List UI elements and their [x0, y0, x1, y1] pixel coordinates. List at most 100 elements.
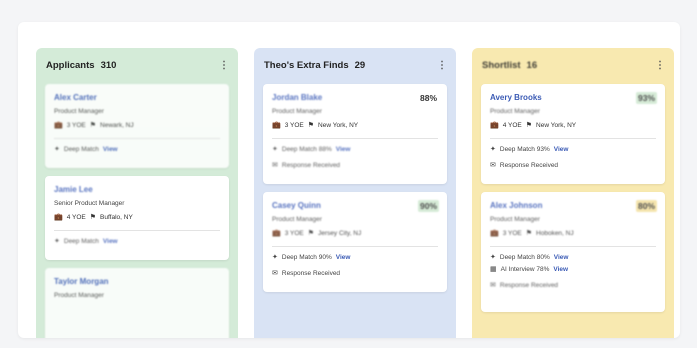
kebab-icon[interactable]: ⋮ — [219, 60, 229, 71]
deep-match-row: ✦ Deep Match 80% View — [490, 247, 656, 263]
briefcase-icon: 💼 — [490, 230, 499, 237]
candidate-name[interactable]: Alex Carter — [54, 93, 220, 102]
sparkle-icon: ✦ — [54, 146, 60, 153]
deep-match-view-link[interactable]: View — [336, 254, 351, 261]
match-score-badge: 88% — [419, 93, 437, 103]
mail-icon: ✉ — [272, 270, 278, 277]
column-applicants: Applicants 310 ⋮ Alex Carter Product Man… — [36, 48, 238, 338]
candidate-location: Jersey City, NJ — [318, 229, 362, 237]
location-pin-icon: ⚑ — [525, 230, 533, 237]
response-row: ✉ Response Received — [272, 155, 438, 175]
candidate-title: Product Manager — [490, 108, 540, 115]
deep-match-row: ✦ Deep Match View — [54, 139, 220, 159]
deep-match-view-link[interactable]: View — [103, 238, 118, 245]
deep-match-label: Deep Match 93% — [499, 145, 550, 153]
deep-match-label: Deep Match 88% — [281, 145, 332, 153]
briefcase-icon: 💼 — [490, 122, 499, 129]
interview-view-link[interactable]: View — [553, 266, 568, 273]
kebab-icon[interactable]: ⋮ — [437, 60, 447, 71]
column-count: 29 — [354, 59, 366, 71]
location-pin-icon: ⚑ — [307, 230, 315, 237]
candidate-location: New York, NY — [536, 121, 577, 129]
candidate-title: Product Manager — [272, 108, 322, 115]
candidate-card[interactable]: Alex Carter Product Manager 💼 3 YOE ⚑ Ne… — [45, 84, 229, 168]
candidate-location: Newark, NJ — [100, 121, 134, 129]
briefcase-icon: 💼 — [54, 122, 63, 129]
pipeline-board: Applicants 310 ⋮ Alex Carter Product Man… — [18, 22, 680, 338]
column-count: 16 — [526, 59, 538, 71]
response-status: Response Received — [499, 161, 559, 169]
kebab-icon[interactable]: ⋮ — [655, 60, 665, 71]
deep-match-label: Deep Match — [63, 145, 99, 153]
candidate-name[interactable]: Jordan Blake — [272, 93, 438, 102]
candidate-title: Product Manager — [54, 108, 104, 115]
briefcase-icon: 💼 — [272, 230, 281, 237]
column-shortlist: Shortlist 16 ⋮ Avery Brooks 93% Product … — [472, 48, 674, 338]
sparkle-icon: ✦ — [54, 238, 60, 245]
column-title: Applicants — [46, 59, 95, 71]
deep-match-view-link[interactable]: View — [554, 254, 569, 261]
briefcase-icon: 💼 — [54, 214, 63, 221]
candidate-card[interactable]: Avery Brooks 93% Product Manager 💼 4 YOE… — [481, 84, 665, 184]
candidate-name[interactable]: Casey Quinn — [272, 201, 438, 210]
response-row: ✉ Response Received — [490, 155, 656, 175]
deep-match-label: Deep Match 80% — [499, 253, 550, 261]
deep-match-row: ✦ Deep Match View — [54, 231, 220, 251]
candidate-title: Senior Product Manager — [54, 200, 125, 207]
interview-row: ▦ AI Interview 78% View — [490, 263, 656, 275]
column-title: Theo's Extra Finds — [264, 59, 349, 71]
deep-match-view-link[interactable]: View — [103, 146, 118, 153]
deep-match-row: ✦ Deep Match 90% View — [272, 247, 438, 263]
response-status: Response Received — [281, 161, 341, 169]
match-score-badge: 93% — [635, 92, 657, 104]
candidate-title: Product Manager — [54, 292, 104, 299]
sparkle-icon: ✦ — [272, 146, 278, 153]
mail-icon: ✉ — [490, 282, 496, 289]
deep-match-label: Deep Match 90% — [281, 253, 332, 261]
deep-match-view-link[interactable]: View — [336, 146, 351, 153]
column-header: Theo's Extra Finds 29 ⋮ — [254, 48, 456, 82]
candidate-meta: 💼 3 YOE ⚑ Newark, NJ — [54, 121, 220, 130]
candidate-yoe: 4 YOE — [502, 121, 522, 129]
location-pin-icon: ⚑ — [89, 214, 97, 221]
candidate-card[interactable]: Jordan Blake 88% Product Manager 💼 3 YOE… — [263, 84, 447, 184]
candidate-location: Buffalo, NY — [100, 213, 133, 221]
candidate-yoe: 3 YOE — [284, 229, 304, 237]
candidate-meta: 💼 4 YOE ⚑ Buffalo, NY — [54, 213, 220, 222]
sparkle-icon: ✦ — [490, 254, 496, 261]
candidate-name[interactable]: Taylor Morgan — [54, 277, 220, 286]
sparkle-icon: ✦ — [272, 254, 278, 261]
column-title: Shortlist — [482, 59, 521, 71]
deep-match-view-link[interactable]: View — [554, 146, 569, 153]
interview-label: AI Interview 78% — [500, 265, 550, 273]
column-header: Shortlist 16 ⋮ — [472, 48, 674, 82]
candidate-name[interactable]: Alex Johnson — [490, 201, 656, 210]
candidate-name[interactable]: Avery Brooks — [490, 93, 656, 102]
candidate-title: Product Manager — [272, 216, 322, 223]
candidate-meta: 💼 3 YOE ⚑ Jersey City, NJ — [272, 229, 438, 238]
sparkle-icon: ✦ — [490, 146, 496, 153]
briefcase-icon: 💼 — [272, 122, 281, 129]
candidate-yoe: 3 YOE — [284, 121, 304, 129]
candidate-name[interactable]: Jamie Lee — [54, 185, 220, 194]
location-pin-icon: ⚑ — [89, 122, 97, 129]
match-score-badge: 90% — [417, 200, 439, 212]
candidate-card[interactable]: Jamie Lee Senior Product Manager 💼 4 YOE… — [45, 176, 229, 260]
candidate-meta: 💼 3 YOE ⚑ Hoboken, NJ — [490, 229, 656, 238]
candidate-card[interactable]: Alex Johnson 80% Product Manager 💼 3 YOE… — [481, 192, 665, 312]
column-header: Applicants 310 ⋮ — [36, 48, 238, 82]
candidate-yoe: 3 YOE — [66, 121, 86, 129]
candidate-location: New York, NY — [318, 121, 359, 129]
candidate-yoe: 4 YOE — [66, 213, 86, 221]
candidate-title: Product Manager — [490, 216, 540, 223]
candidate-card[interactable]: Casey Quinn 90% Product Manager 💼 3 YOE … — [263, 192, 447, 292]
deep-match-label: Deep Match — [63, 237, 99, 245]
response-row: ✉ Response Received — [272, 263, 438, 283]
location-pin-icon: ⚑ — [525, 122, 533, 129]
candidate-card[interactable]: Taylor Morgan Product Manager — [45, 268, 229, 338]
candidate-meta: 💼 4 YOE ⚑ New York, NY — [490, 121, 656, 130]
candidate-yoe: 3 YOE — [502, 229, 522, 237]
column-extra-finds: Theo's Extra Finds 29 ⋮ Jordan Blake 88%… — [254, 48, 456, 338]
mail-icon: ✉ — [490, 162, 496, 169]
candidate-meta: 💼 3 YOE ⚑ New York, NY — [272, 121, 438, 130]
